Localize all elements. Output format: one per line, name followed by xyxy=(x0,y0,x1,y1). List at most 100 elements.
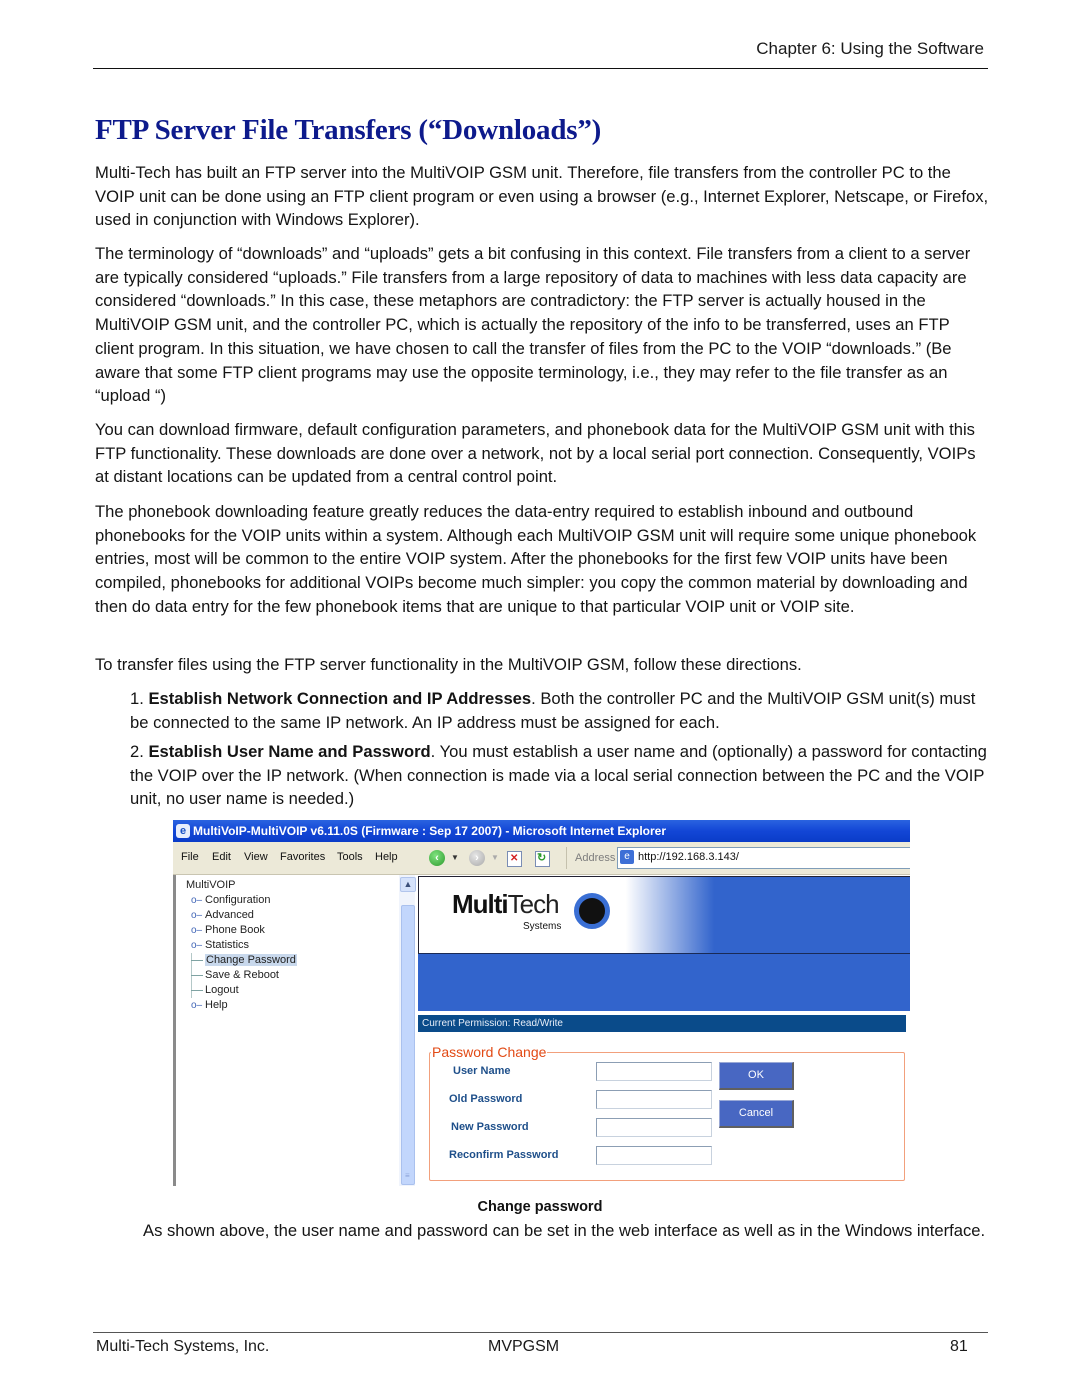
tree-item-label: Help xyxy=(205,999,228,1011)
internet-explorer-icon: e xyxy=(176,824,190,838)
tree-item-label: Configuration xyxy=(205,894,271,906)
tree-connector xyxy=(191,960,203,961)
banner-band xyxy=(418,954,910,1011)
ok-button[interactable]: OK xyxy=(719,1062,794,1090)
header-rule xyxy=(93,68,988,69)
user-name-input[interactable] xyxy=(596,1062,712,1081)
tree-item-label: Save & Reboot xyxy=(205,969,279,981)
figure-caption: Change password xyxy=(477,1199,603,1215)
toolbar-separator xyxy=(566,847,567,869)
menu-tools[interactable]: Tools xyxy=(337,851,363,863)
window-title: MultiVoIP-MultiVOIP v6.11.0S (Firmware :… xyxy=(193,824,667,838)
paragraph-text: Multi-Tech has built an FTP server into … xyxy=(95,163,989,230)
tree-item-help[interactable]: o– Help xyxy=(186,998,297,1013)
tree-item-label: Advanced xyxy=(205,909,254,921)
menu-view[interactable]: View xyxy=(244,851,268,863)
window-title-bar: e MultiVoIP-MultiVOIP v6.11.0S (Firmware… xyxy=(173,820,910,842)
step-heading: Establish User Name and Password xyxy=(148,742,431,761)
logo-bold-text: Multi xyxy=(452,889,509,919)
refresh-button[interactable]: ↻ xyxy=(535,851,550,867)
step-number: 2. xyxy=(130,742,144,761)
paragraph-text: You can download firmware, default confi… xyxy=(95,420,976,487)
paragraph-text: The terminology of “downloads” and “uplo… xyxy=(95,244,971,406)
tree-item-statistics[interactable]: o– Statistics xyxy=(186,938,297,953)
browser-screenshot: e MultiVoIP-MultiVOIP v6.11.0S (Firmware… xyxy=(173,820,910,1186)
back-dropdown-icon[interactable]: ▼ xyxy=(451,853,459,862)
permission-bar: Current Permission: Read/Write xyxy=(418,1015,906,1032)
menu-help[interactable]: Help xyxy=(375,851,398,863)
folder-key-icon: o– xyxy=(191,925,203,936)
tree-connector xyxy=(191,975,203,976)
new-password-input[interactable] xyxy=(596,1118,712,1137)
user-name-label: User Name xyxy=(453,1065,511,1077)
paragraph-download-types: You can download firmware, default confi… xyxy=(95,418,990,489)
scroll-up-icon[interactable]: ▲ xyxy=(400,877,416,892)
nav-scrollbar[interactable]: ▲ ≡ xyxy=(399,875,416,1186)
url-text[interactable]: http://192.168.3.143/ xyxy=(638,851,739,863)
folder-key-icon: o– xyxy=(191,910,203,921)
multitech-logo: MultiTech xyxy=(452,889,560,920)
tree-item-save-reboot[interactable]: Save & Reboot xyxy=(186,968,297,983)
footer-product: MVPGSM xyxy=(488,1338,560,1355)
tree-item-configuration[interactable]: o– Configuration xyxy=(186,893,297,908)
tree-item-logout[interactable]: Logout xyxy=(186,983,297,998)
paragraph-phonebook: The phonebook downloading feature greatl… xyxy=(95,500,990,619)
footer-rule xyxy=(93,1332,988,1333)
step-item: 1. Establish Network Connection and IP A… xyxy=(130,687,990,734)
chapter-header: Chapter 6: Using the Software xyxy=(756,39,984,58)
page-icon: e xyxy=(620,850,634,864)
paragraph-text: The phonebook downloading feature greatl… xyxy=(95,502,977,616)
address-label: Address xyxy=(575,852,616,864)
forward-dropdown-icon[interactable]: ▼ xyxy=(491,853,499,862)
navigation-frame: MultiVOIP o– Configuration o– Advanced o– P… xyxy=(173,875,418,1186)
nav-tree: MultiVOIP o– Configuration o– Advanced o– P… xyxy=(186,878,297,1013)
tree-item-label: Phone Book xyxy=(205,924,265,936)
password-change-legend: Password Change xyxy=(431,1044,548,1060)
paragraph-terminology: The terminology of “downloads” and “uplo… xyxy=(95,242,990,408)
old-password-label: Old Password xyxy=(449,1093,523,1105)
tree-item-advanced[interactable]: o– Advanced xyxy=(186,908,297,923)
tree-item-label: Change Password xyxy=(205,954,297,966)
folder-key-icon: o– xyxy=(191,1000,203,1011)
stop-icon: ✕ xyxy=(510,853,519,864)
tree-item-phone-book[interactable]: o– Phone Book xyxy=(186,923,297,938)
menu-edit[interactable]: Edit xyxy=(212,851,231,863)
logo-light-text: Tech xyxy=(507,889,560,919)
tree-item-label: Statistics xyxy=(205,939,250,951)
stop-button[interactable]: ✕ xyxy=(507,851,522,867)
section-title: FTP Server File Transfers (“Downloads”) xyxy=(95,114,602,146)
folder-key-icon: o– xyxy=(191,940,203,951)
tree-item-change-password[interactable]: Change Password xyxy=(186,953,297,968)
back-arrow-icon: ‹ xyxy=(435,852,439,864)
scrollbar-thumb[interactable]: ≡ xyxy=(401,905,415,1185)
step-number: 1. xyxy=(130,689,144,708)
footer-page-number: 81 xyxy=(950,1338,968,1355)
step-heading: Establish Network Connection and IP Addr… xyxy=(148,689,532,708)
paragraph-directions-intro: To transfer files using the FTP server f… xyxy=(95,653,990,677)
grip-icon: ≡ xyxy=(405,1171,410,1180)
tree-root[interactable]: MultiVOIP xyxy=(186,878,297,893)
menu-file[interactable]: File xyxy=(181,851,199,863)
folder-key-icon: o– xyxy=(191,895,203,906)
paragraph-ftp-intro: Multi-Tech has built an FTP server into … xyxy=(95,161,990,232)
logo-ring-icon xyxy=(574,893,610,929)
browser-toolbar: File Edit View Favorites Tools Help ‹ ▼ … xyxy=(173,842,910,875)
menu-favorites[interactable]: Favorites xyxy=(280,851,325,863)
multitech-banner: MultiTech Systems xyxy=(418,876,910,955)
tree-item-label: Logout xyxy=(205,984,239,996)
paragraph-after-figure: As shown above, the user name and passwo… xyxy=(143,1221,986,1240)
paragraph-text: To transfer files using the FTP server f… xyxy=(95,655,802,674)
logo-subtitle: Systems xyxy=(523,921,562,932)
footer-company: Multi-Tech Systems, Inc. xyxy=(96,1338,270,1355)
reconfirm-password-input[interactable] xyxy=(596,1146,712,1165)
step-item: 2. Establish User Name and Password. You… xyxy=(130,740,990,811)
old-password-input[interactable] xyxy=(596,1090,712,1109)
forward-button[interactable]: › xyxy=(469,850,485,866)
tree-connector xyxy=(191,990,203,991)
back-button[interactable]: ‹ xyxy=(429,850,445,866)
forward-arrow-icon: › xyxy=(475,852,479,864)
new-password-label: New Password xyxy=(451,1121,529,1133)
address-bar[interactable]: e http://192.168.3.143/ xyxy=(617,847,910,869)
cancel-button[interactable]: Cancel xyxy=(719,1100,794,1128)
refresh-icon: ↻ xyxy=(537,852,547,864)
